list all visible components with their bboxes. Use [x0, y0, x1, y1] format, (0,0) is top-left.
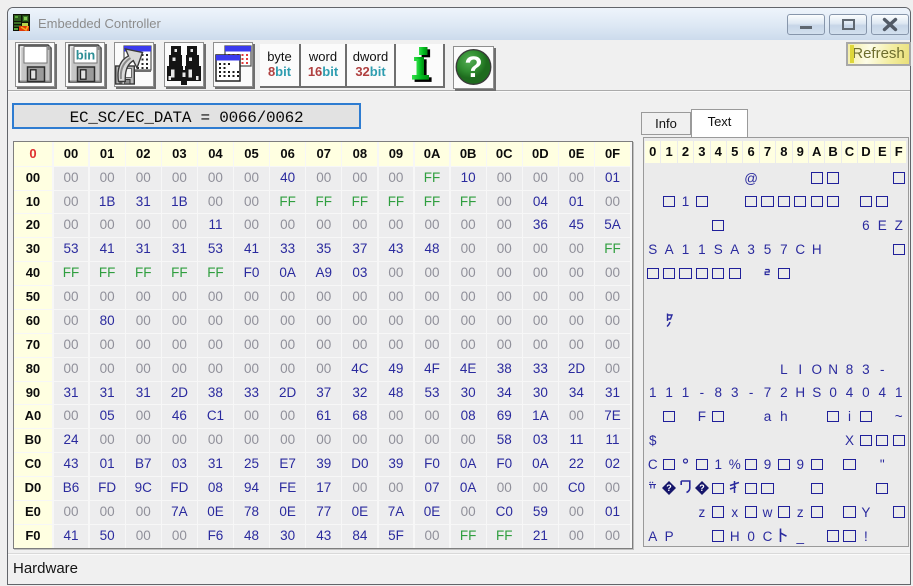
svg-text:bin: bin	[75, 48, 95, 63]
svg-text:?: ?	[464, 51, 482, 84]
svg-text:?: ?	[699, 483, 705, 493]
svg-text:?: ?	[666, 483, 672, 493]
